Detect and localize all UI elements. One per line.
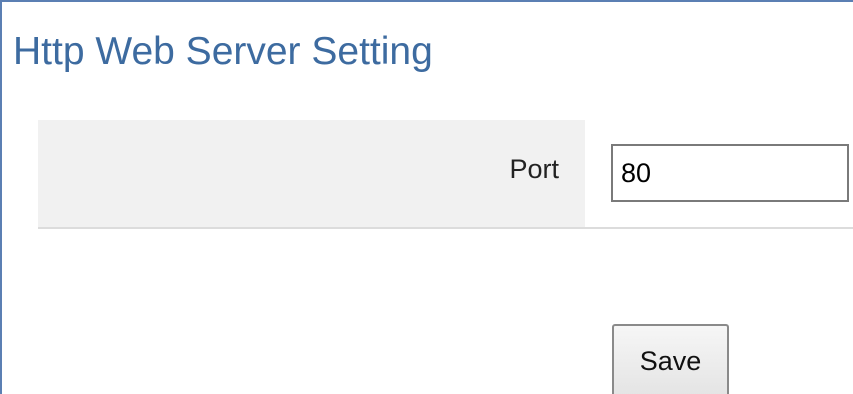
save-button[interactable]: Save [612,324,729,394]
port-label: Port [509,154,559,184]
port-label-cell [38,120,585,228]
content-frame: Http Web Server Setting Port Save [0,0,853,394]
port-input[interactable] [611,144,849,202]
page-title: Http Web Server Setting [13,30,433,73]
row-divider [38,227,853,229]
